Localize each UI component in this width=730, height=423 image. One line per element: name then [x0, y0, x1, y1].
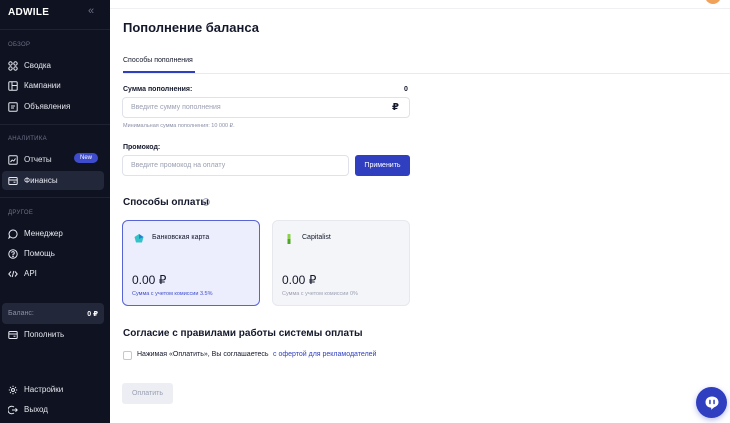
agreement-checkbox[interactable] — [123, 351, 132, 360]
support-chat-button[interactable] — [696, 387, 727, 418]
sidebar-item-label: API — [24, 269, 37, 278]
info-icon[interactable] — [202, 198, 210, 206]
sidebar-item-label: Отчеты — [24, 155, 52, 164]
document-icon — [8, 101, 18, 112]
section-overview: ОБЗОР — [8, 42, 31, 48]
ruble-icon: ₽ — [392, 102, 399, 113]
balance-value: 0 ₽ — [87, 310, 98, 318]
header-divider — [110, 8, 730, 9]
avatar[interactable] — [705, 0, 721, 4]
payment-methods-title: Способы оплаты — [123, 197, 209, 208]
sidebar-item-label: Помощь — [24, 249, 55, 258]
question-icon — [8, 248, 18, 259]
amount-value: 0 — [404, 86, 408, 93]
sidebar-item-label: Финансы — [24, 176, 58, 185]
sidebar-divider — [0, 29, 110, 30]
amount-hint: Минимальная сумма пополнения: 10 000 ₽. — [123, 123, 235, 129]
logo: ADWILE — [8, 7, 50, 18]
offer-link[interactable]: с офертой для рекламодателей — [273, 351, 376, 358]
sidebar-item-reports[interactable]: Отчеты New — [2, 150, 104, 169]
tabs-divider — [123, 73, 730, 74]
page-title: Пополнение баланса — [123, 20, 259, 35]
chart-icon — [8, 154, 18, 165]
sidebar-item-settings[interactable]: Настройки — [2, 380, 104, 399]
balance-display: Баланс: 0 ₽ — [2, 303, 104, 324]
wallet-icon — [8, 330, 18, 340]
sidebar: ADWILE « ОБЗОР Сводка Кампании Объявлени… — [0, 0, 110, 423]
payment-method-name: Capitalist — [302, 234, 331, 241]
sidebar-item-label: Объявления — [24, 102, 71, 111]
agreement-text: Нажимая «Оплатить», Вы соглашаетесь — [137, 351, 269, 358]
gear-icon — [8, 385, 18, 395]
amount-input[interactable] — [122, 97, 410, 118]
sidebar-item-label: Выход — [24, 405, 48, 414]
payment-method-name: Банковская карта — [152, 234, 210, 241]
columns-icon — [8, 80, 18, 91]
section-analytics: АНАЛИТИКА — [8, 136, 47, 142]
sidebar-item-logout[interactable]: Выход — [2, 400, 104, 419]
promo-input[interactable] — [122, 155, 349, 176]
capitalist-icon — [287, 234, 291, 244]
sidebar-item-help[interactable]: Помощь — [2, 244, 104, 263]
sidebar-item-api[interactable]: API — [2, 264, 104, 283]
payment-amount: 0.00 ₽ — [132, 273, 167, 287]
sidebar-item-topup[interactable]: Пополнить — [2, 325, 104, 344]
sidebar-item-label: Кампании — [24, 81, 61, 90]
sidebar-item-label: Менеджер — [24, 229, 63, 238]
sidebar-item-summary[interactable]: Сводка — [2, 56, 104, 75]
new-badge: New — [73, 153, 98, 163]
wallet-icon — [8, 176, 18, 186]
agreement-title: Согласие с правилами работы системы опла… — [123, 328, 363, 339]
sidebar-item-label: Сводка — [24, 61, 52, 70]
balance-label: Баланс: — [8, 310, 34, 317]
payment-card-bank[interactable]: Банковская карта 0.00 ₽ Сумма с учетом к… — [122, 220, 260, 306]
chat-icon — [8, 228, 18, 239]
sidebar-item-ads[interactable]: Объявления — [2, 97, 104, 116]
bank-card-icon — [134, 234, 144, 243]
sidebar-item-finance[interactable]: Финансы — [2, 171, 104, 190]
logout-icon — [8, 405, 18, 415]
amount-label: Сумма пополнения: — [123, 86, 193, 93]
sidebar-item-manager[interactable]: Менеджер — [2, 224, 104, 243]
payment-fee: Сумма с учетом комиссии 0% — [282, 291, 358, 297]
code-icon — [8, 269, 18, 279]
chevron-double-left-icon[interactable]: « — [88, 5, 94, 17]
payment-card-capitalist[interactable]: Capitalist 0.00 ₽ Сумма с учетом комисси… — [272, 220, 410, 306]
payment-amount: 0.00 ₽ — [282, 273, 317, 287]
promo-label: Промокод: — [123, 144, 161, 151]
tab-payment-methods[interactable]: Способы пополнения — [123, 57, 193, 64]
sidebar-divider — [0, 197, 110, 198]
sidebar-divider — [0, 124, 110, 125]
section-other: ДРУГОЕ — [8, 210, 34, 216]
sidebar-item-label: Настройки — [24, 385, 64, 394]
pay-button[interactable]: Оплатить — [122, 383, 173, 404]
chat-bubble-icon — [705, 396, 718, 410]
sidebar-item-campaigns[interactable]: Кампании — [2, 76, 104, 95]
grid-icon — [8, 60, 18, 71]
sidebar-item-label: Пополнить — [24, 330, 65, 339]
apply-button[interactable]: Применить — [355, 155, 410, 176]
payment-fee: Сумма с учетом комиссии 3.5% — [132, 291, 213, 297]
